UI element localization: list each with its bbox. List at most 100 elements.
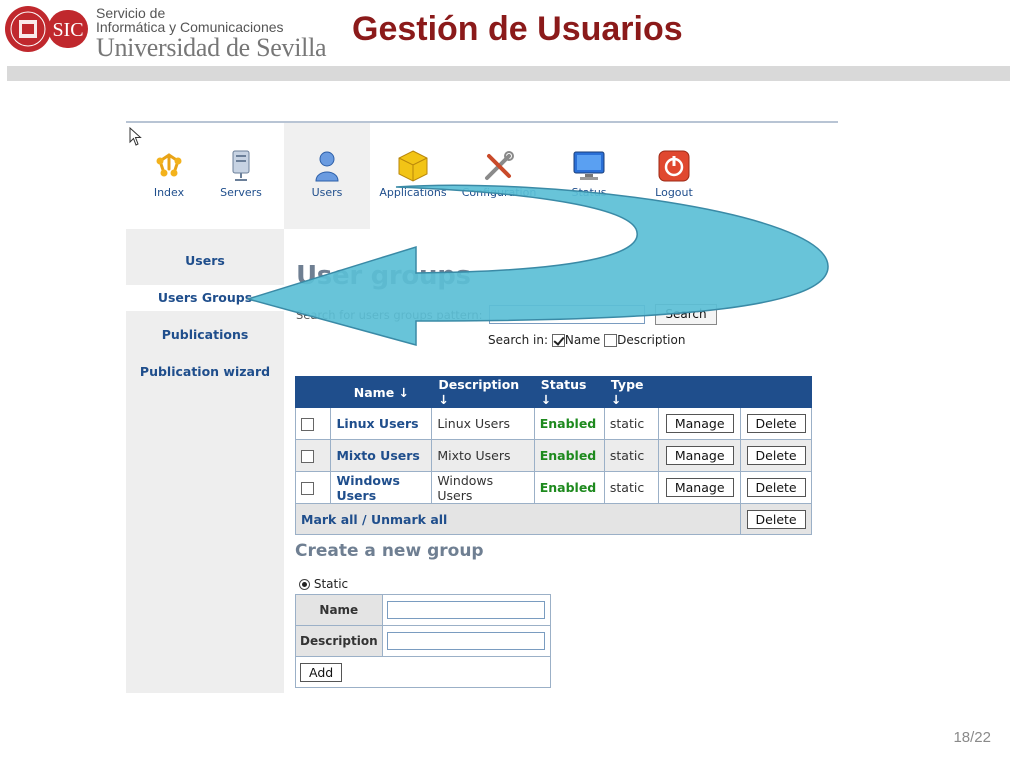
static-radio-label: Static	[313, 577, 349, 591]
footer-cell: Mark all / Unmark all	[294, 503, 742, 535]
sidebar: Users Users Groups Publications Publicat…	[126, 229, 284, 693]
status-cell: Enabled	[533, 439, 605, 472]
name-cell: Linux Users	[330, 407, 433, 440]
title-divider-bar	[7, 66, 1010, 81]
form-row-description: Description	[295, 625, 552, 657]
description-checkbox[interactable]	[604, 334, 618, 347]
column-header-type[interactable]: Type ↓	[603, 376, 660, 408]
toolbar-status[interactable]: Status	[546, 123, 632, 229]
footer-delete-cell: Delete	[740, 503, 812, 535]
org-line-3: Universidad de Sevilla	[96, 33, 327, 62]
group-name-link[interactable]: Windows Users	[336, 473, 400, 503]
group-description-input[interactable]	[386, 632, 545, 650]
description-option-label: Description	[617, 333, 686, 347]
column-header-description[interactable]: Description ↓	[431, 376, 535, 408]
add-group-button[interactable]: Add	[300, 662, 343, 682]
status-badge: Enabled	[539, 480, 597, 495]
name-cell: Mixto Users	[330, 439, 433, 472]
monitor-icon	[573, 151, 605, 180]
search-button[interactable]: Search	[655, 304, 717, 325]
toolbar-logout[interactable]: Logout	[631, 123, 717, 229]
sidebar-item-publications[interactable]: Publications	[126, 327, 284, 342]
row-checkbox[interactable]	[301, 482, 314, 495]
delete-button[interactable]: Delete	[746, 478, 806, 497]
table-row: Linux Users Linux Users Enabled static M…	[294, 407, 812, 440]
description-cell: Windows Users	[431, 471, 535, 504]
status-badge: Enabled	[539, 416, 597, 431]
delete-column-header	[740, 376, 812, 408]
manage-button[interactable]: Manage	[665, 414, 734, 433]
toolbar-users[interactable]: Users	[284, 123, 370, 229]
type-cell: static	[603, 407, 660, 440]
manage-button[interactable]: Manage	[665, 478, 734, 497]
create-group-heading: Create a new group	[295, 541, 484, 561]
slide-title: Gestión de Usuarios	[352, 10, 683, 48]
table-row: Mixto Users Mixto Users Enabled static M…	[294, 439, 812, 472]
row-select-cell	[294, 407, 332, 440]
group-name-link[interactable]: Linux Users	[336, 416, 418, 431]
table-footer-row: Mark all / Unmark all Delete	[294, 503, 812, 535]
status-cell: Enabled	[533, 407, 605, 440]
main-content: User groups Search for users groups patt…	[284, 229, 838, 693]
type-cell: static	[603, 471, 660, 504]
name-checkbox[interactable]	[551, 334, 565, 347]
toolbar-servers[interactable]: Servers	[198, 123, 284, 229]
organization-name: Servicio de Informática y Comunicaciones…	[96, 6, 327, 62]
group-name-input[interactable]	[386, 601, 545, 619]
app-screenshot: Index Servers Users Applications Configu…	[126, 121, 838, 693]
status-cell: Enabled	[533, 471, 605, 504]
toolbar-configuration[interactable]: Configuration	[456, 123, 542, 229]
configuration-icon	[485, 151, 514, 180]
manage-button[interactable]: Manage	[665, 446, 734, 465]
name-option-label: Name	[564, 333, 601, 347]
toolbar-applications[interactable]: Applications	[370, 123, 456, 229]
toolbar-label: Configuration	[461, 186, 537, 199]
toolbar-label: Servers	[220, 186, 262, 199]
description-field-label: Description	[295, 625, 383, 657]
description-field-cell	[381, 625, 552, 657]
toolbar-label: Status	[571, 186, 607, 199]
name-field-label: Name	[295, 594, 383, 626]
row-select-cell	[294, 471, 332, 504]
sidebar-item-users-groups[interactable]: Users Groups	[126, 285, 284, 311]
type-cell: static	[603, 439, 660, 472]
sidebar-item-users[interactable]: Users	[126, 253, 284, 268]
users-icon	[315, 151, 339, 182]
row-checkbox[interactable]	[301, 418, 314, 431]
sic-logo: SIC	[5, 6, 88, 52]
mark-all-link[interactable]: Mark all / Unmark all	[301, 512, 447, 527]
manage-cell: Manage	[658, 407, 742, 440]
name-field-cell	[381, 594, 552, 626]
delete-selected-button[interactable]: Delete	[746, 509, 806, 529]
column-header-name[interactable]: Name ↓	[330, 376, 433, 408]
delete-button[interactable]: Delete	[746, 414, 806, 433]
org-line-2: Informática y Comunicaciones	[96, 19, 284, 35]
toolbar-label: Logout	[655, 186, 693, 199]
search-input[interactable]	[489, 305, 645, 324]
delete-button[interactable]: Delete	[746, 446, 806, 465]
row-checkbox[interactable]	[301, 450, 314, 463]
row-select-cell	[294, 439, 332, 472]
search-in-label: Search in:	[488, 333, 549, 347]
static-radio[interactable]	[299, 579, 310, 590]
select-column-header	[294, 376, 332, 408]
group-type-option: Static	[299, 577, 348, 591]
main-toolbar: Index Servers Users Applications Configu…	[126, 123, 838, 229]
index-icon	[156, 153, 182, 177]
search-label: Search for users groups pattern:	[296, 308, 483, 322]
form-row-submit: Add	[295, 656, 551, 688]
group-name-link[interactable]: Mixto Users	[336, 448, 419, 463]
column-header-status[interactable]: Status ↓	[533, 376, 605, 408]
delete-cell: Delete	[740, 439, 812, 472]
manage-column-header	[658, 376, 742, 408]
user-groups-table: Name ↓ Description ↓ Status ↓ Type ↓ Lin…	[294, 376, 812, 535]
search-in-options: Search in: Name Description	[488, 333, 685, 347]
status-badge: Enabled	[539, 448, 597, 463]
server-icon	[232, 150, 250, 181]
description-cell: Mixto Users	[431, 439, 535, 472]
name-cell: Windows Users	[330, 471, 433, 504]
toolbar-label: Users	[311, 186, 343, 199]
manage-cell: Manage	[658, 439, 742, 472]
table-row: Windows Users Windows Users Enabled stat…	[294, 471, 812, 504]
sidebar-item-publication-wizard[interactable]: Publication wizard	[126, 364, 284, 379]
